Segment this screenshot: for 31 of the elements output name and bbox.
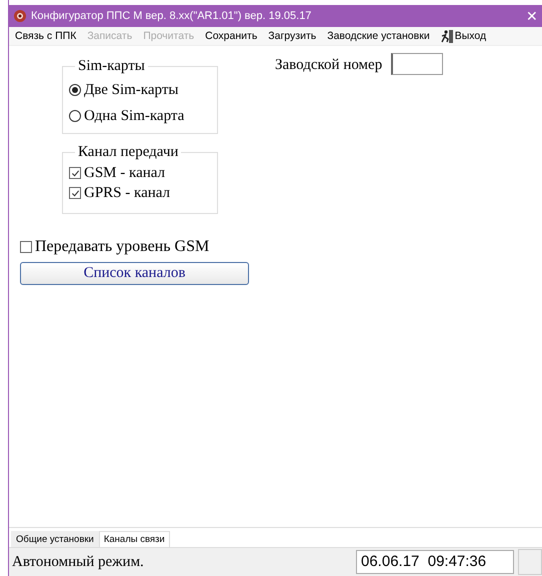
- menu-item[interactable]: Выход: [440, 30, 486, 42]
- tab[interactable]: Общие установки: [11, 531, 99, 547]
- checkbox[interactable]: [69, 167, 81, 179]
- date-time-field: 06.06.17 09:47:36: [356, 550, 514, 574]
- menu-item[interactable]: Сохранить: [205, 30, 258, 42]
- channel-list-button[interactable]: Список каналов: [20, 262, 249, 285]
- group-title: Sim-карты: [77, 58, 146, 75]
- status-text: Автономный режим.: [11, 554, 145, 570]
- serial-number-field[interactable]: [391, 53, 444, 75]
- group-title: Канал передачи: [77, 144, 180, 161]
- window-title: Конфигуратор ППС М вер. 8.xx("AR1.01") вер. 19.05.17: [31, 10, 312, 22]
- checkbox-label: GSM - канал: [84, 164, 166, 182]
- radio-option[interactable]: Две Sim-карты: [69, 77, 211, 103]
- tab[interactable]: Каналы связи: [98, 531, 170, 547]
- radio-button[interactable]: [69, 84, 81, 96]
- radio-option[interactable]: Одна Sim-карта: [69, 103, 211, 129]
- checkbox-label: GPRS - канал: [84, 184, 170, 202]
- option-label: Одна Sim-карта: [84, 108, 184, 124]
- radio-button[interactable]: [69, 110, 81, 122]
- checkbox[interactable]: [20, 241, 32, 253]
- menu-item[interactable]: Связь с ППК: [15, 30, 76, 42]
- option-label: Две Sim-карты: [84, 82, 178, 98]
- close-button[interactable]: ✕: [522, 8, 542, 24]
- status-panel: [518, 549, 542, 575]
- serial-number-label: Заводской номер: [275, 57, 382, 74]
- checkbox-label: Передавать уровень GSM: [35, 238, 210, 256]
- menu-item[interactable]: Загрузить: [268, 30, 316, 42]
- running-man-icon: [440, 30, 453, 42]
- app-icon: [13, 9, 27, 23]
- checkbox[interactable]: [69, 187, 81, 199]
- menu-item[interactable]: Заводские установки: [327, 30, 430, 42]
